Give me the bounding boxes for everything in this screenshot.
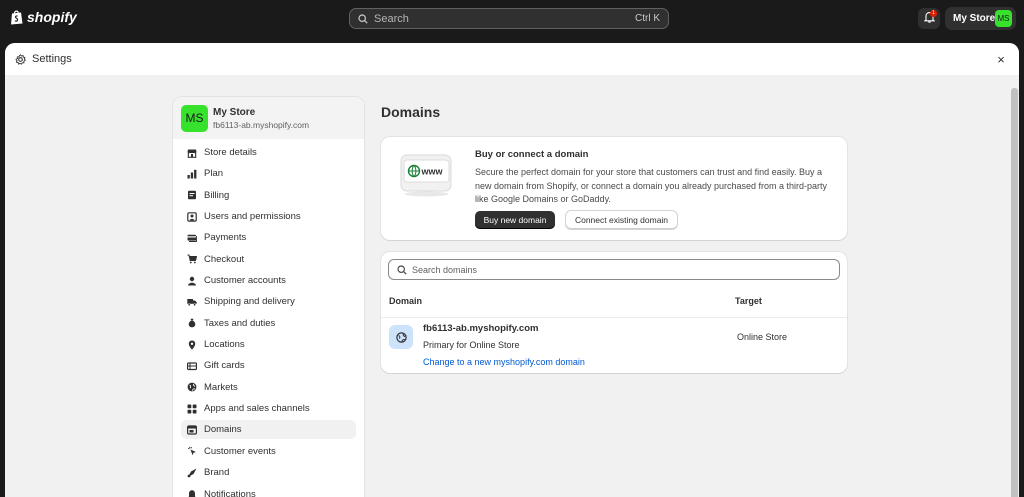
plan-chart-icon [187, 169, 197, 179]
store-header[interactable]: MS My Store fb6113-ab.myshopify.com [173, 97, 364, 139]
sidebar-item-label: Shipping and delivery [204, 296, 295, 308]
modal-title: Settings [32, 53, 72, 65]
buy-new-domain-button[interactable]: Buy new domain [475, 211, 555, 229]
sidebar-item-markets[interactable]: Markets [181, 378, 356, 397]
divider [381, 317, 847, 318]
apps-icon [187, 404, 197, 414]
sidebar-item-label: Domains [204, 424, 242, 436]
sidebar-item-checkout[interactable]: Checkout [181, 250, 356, 269]
sidebar-item-label: Brand [204, 467, 230, 479]
search-icon [397, 264, 407, 275]
globe-icon [389, 325, 413, 349]
page-title: Domains [381, 104, 441, 120]
search-icon [358, 13, 368, 24]
column-header-target: Target [735, 296, 762, 306]
buy-card-description: Secure the perfect domain for your store… [475, 167, 828, 204]
gear-icon [15, 53, 26, 65]
tax-bag-icon [187, 318, 197, 328]
avatar: MS [995, 10, 1012, 27]
www-illustration: www [400, 154, 452, 197]
column-header-domain: Domain [389, 296, 423, 306]
sidebar-item-label: Apps and sales channels [204, 403, 310, 415]
search-domains-placeholder: Search domains [412, 264, 478, 275]
sidebar-item-locations[interactable]: Locations [181, 335, 356, 354]
globe-icon [187, 382, 197, 392]
sidebar-item-label: Notifications [204, 488, 256, 497]
scrollbar-thumb[interactable] [1011, 88, 1018, 497]
search-shortcut: Ctrl K [635, 13, 660, 24]
avatar: MS [181, 104, 208, 132]
sidebar-item-label: Locations [204, 339, 245, 351]
modal-header: Settings × [5, 43, 1019, 75]
sidebar-item-gift-cards[interactable]: Gift cards [181, 356, 356, 375]
users-icon [187, 211, 197, 222]
bell-icon [187, 489, 197, 497]
notification-badge: 1 [930, 10, 937, 17]
sidebar-item-label: Customer accounts [204, 275, 286, 287]
settings-sidebar: MS My Store fb6113-ab.myshopify.com Stor… [172, 96, 365, 497]
sidebar-item-payments[interactable]: Payments [181, 228, 356, 247]
change-domain-link[interactable]: Change to a new myshopify.com domain [423, 357, 585, 367]
sidebar-item-notifications[interactable]: Notifications [181, 485, 356, 497]
brand-name: shopify [27, 9, 77, 25]
payments-icon [187, 233, 197, 243]
shopify-bag-icon [11, 10, 23, 25]
buy-domain-card: www Buy or connect a domain Secure the p… [381, 137, 847, 240]
sidebar-item-users[interactable]: Users and permissions [181, 207, 356, 226]
sidebar-item-label: Store details [204, 147, 257, 158]
cart-icon [187, 254, 197, 264]
sidebar-item-billing[interactable]: Billing [181, 186, 356, 205]
sidebar-item-label: Checkout [204, 253, 245, 265]
sidebar-item-apps[interactable]: Apps and sales channels [181, 399, 356, 418]
settings-modal: Settings × MS My Store fb6113-ab.myshopi… [5, 43, 1019, 497]
brand-icon [187, 468, 197, 478]
search-domains-input[interactable]: Search domains [388, 259, 840, 280]
domains-icon [187, 425, 197, 435]
person-icon [187, 276, 197, 286]
sidebar-item-domains[interactable]: Domains [181, 420, 356, 440]
sidebar-item-label: Markets [204, 381, 238, 393]
sidebar-item-store-details[interactable]: Store details [181, 143, 356, 162]
domain-name: fb6113-ab.myshopify.com [423, 323, 539, 334]
domain-target: Online Store [737, 332, 788, 342]
sidebar-item-label: Payments [204, 232, 247, 244]
store-url: fb6113-ab.myshopify.com [213, 119, 310, 130]
global-search-bar[interactable]: Search Ctrl K [349, 8, 669, 29]
store-menu-button[interactable]: My Store MS [945, 7, 1016, 30]
notifications-button[interactable]: 1 [918, 8, 940, 29]
buy-card-heading: Buy or connect a domain [475, 149, 589, 160]
sidebar-item-label: Gift cards [204, 360, 245, 372]
billing-icon [187, 190, 197, 200]
settings-nav: Store details Plan Billing Users and per… [173, 139, 364, 497]
store-menu-label: My Store [953, 13, 996, 24]
close-icon[interactable]: × [993, 52, 1009, 67]
www-text: www [421, 167, 444, 177]
domain-primary-label: Primary for Online Store [423, 340, 520, 350]
cursor-click-icon [187, 446, 197, 456]
gift-card-icon [187, 361, 197, 371]
sidebar-item-label: Plan [204, 168, 224, 180]
search-placeholder: Search [374, 12, 409, 25]
sidebar-item-label: Billing [204, 189, 230, 201]
sidebar-item-label: Taxes and duties [204, 317, 276, 329]
sidebar-item-label: Users and permissions [204, 211, 301, 223]
top-bar: shopify Search Ctrl K 1 My Store MS [0, 0, 1024, 37]
domains-list-card: Search domains Domain Target fb6113-ab.m… [381, 252, 847, 373]
shopify-logo[interactable]: shopify [10, 9, 77, 25]
location-pin-icon [187, 340, 197, 350]
truck-icon [187, 297, 197, 307]
store-icon [187, 148, 197, 158]
sidebar-item-brand[interactable]: Brand [181, 463, 356, 482]
sidebar-item-shipping[interactable]: Shipping and delivery [181, 292, 356, 311]
sidebar-item-label: Customer events [204, 445, 276, 457]
sidebar-item-plan[interactable]: Plan [181, 164, 356, 183]
store-name: My Store [213, 106, 256, 118]
sidebar-item-customer-accounts[interactable]: Customer accounts [181, 271, 356, 290]
connect-existing-domain-button[interactable]: Connect existing domain [566, 211, 677, 229]
sidebar-item-taxes[interactable]: Taxes and duties [181, 314, 356, 333]
sidebar-item-customer-events[interactable]: Customer events [181, 442, 356, 461]
